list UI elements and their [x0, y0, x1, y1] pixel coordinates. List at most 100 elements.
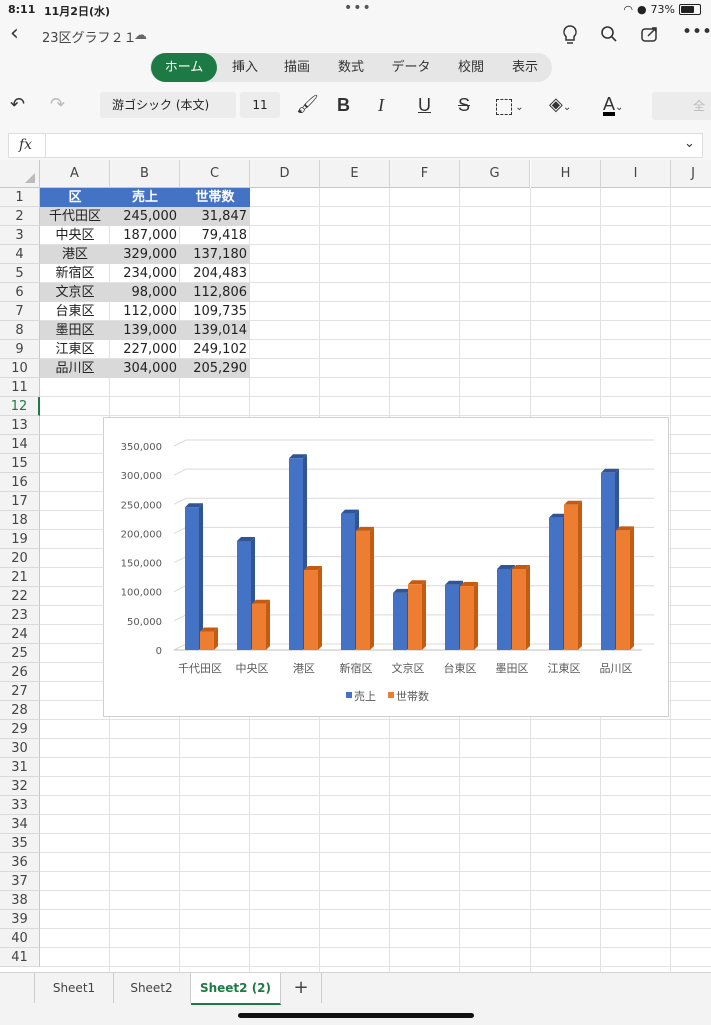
row-header[interactable]: 13 [0, 416, 40, 435]
borders-button[interactable]: ⌄ [496, 95, 524, 120]
table-cell[interactable]: 109,735 [180, 302, 250, 321]
table-header-cell[interactable]: 世帯数 [180, 188, 250, 207]
tab-home[interactable]: ホーム [151, 53, 217, 82]
row-header[interactable]: 22 [0, 587, 40, 606]
row-header[interactable]: 14 [0, 435, 40, 454]
table-header-cell[interactable]: 区 [40, 188, 110, 207]
function-icon[interactable]: fx [19, 137, 32, 153]
column-header[interactable]: D [250, 160, 320, 188]
row-header[interactable]: 38 [0, 891, 40, 910]
table-cell[interactable]: 112,000 [110, 302, 180, 321]
redo-icon[interactable]: ↷ [50, 93, 65, 117]
table-cell[interactable]: 台東区 [40, 302, 110, 321]
row-header[interactable]: 39 [0, 910, 40, 929]
row-header[interactable]: 36 [0, 853, 40, 872]
row-header[interactable]: 28 [0, 701, 40, 720]
table-header-cell[interactable]: 売上 [110, 188, 180, 207]
row-header[interactable]: 1 [0, 188, 40, 207]
table-cell[interactable]: 品川区 [40, 359, 110, 378]
row-header[interactable]: 25 [0, 644, 40, 663]
row-header[interactable]: 2 [0, 207, 40, 226]
undo-icon[interactable]: ↶ [10, 93, 25, 117]
select-all-corner[interactable] [0, 160, 40, 188]
row-header[interactable]: 34 [0, 815, 40, 834]
strikethrough-button[interactable]: S [458, 93, 470, 117]
back-icon[interactable]: ‹ [10, 23, 19, 45]
table-cell[interactable]: 墨田区 [40, 321, 110, 340]
spreadsheet-grid[interactable]: ABCDEFGHIJ 1 2 3 4 5 6 7 8 9 10 11 12 13 14 15 16 17 18 19… [0, 160, 711, 972]
table-cell[interactable]: 137,180 [180, 245, 250, 264]
table-cell[interactable]: 98,000 [110, 283, 180, 302]
chevron-down-icon[interactable]: ⌄ [684, 136, 695, 151]
font-name-select[interactable]: 游ゴシック (本文) [100, 92, 236, 118]
row-header[interactable]: 30 [0, 739, 40, 758]
column-header[interactable]: H [531, 160, 601, 188]
chart[interactable]: 0 50,000 100,000 150,000 200,000 250,000 300,0… [103, 417, 669, 717]
column-header[interactable]: E [320, 160, 390, 188]
row-header[interactable]: 26 [0, 663, 40, 682]
row-header[interactable]: 41 [0, 948, 40, 967]
more-icon[interactable]: ••• [682, 22, 711, 42]
row-header[interactable]: 40 [0, 929, 40, 948]
tab-view[interactable]: 表示 [500, 53, 550, 82]
row-header[interactable]: 24 [0, 625, 40, 644]
table-cell[interactable]: 112,806 [180, 283, 250, 302]
table-cell[interactable]: 234,000 [110, 264, 180, 283]
sheet-tab-sheet2[interactable]: Sheet2 [113, 973, 191, 1003]
row-header[interactable]: 33 [0, 796, 40, 815]
row-header[interactable]: 17 [0, 492, 40, 511]
column-header[interactable]: B [110, 160, 180, 188]
table-cell[interactable]: 新宿区 [40, 264, 110, 283]
table-cell[interactable]: 79,418 [180, 226, 250, 245]
tab-formulas[interactable]: 数式 [326, 53, 376, 82]
document-title[interactable]: 23区グラフ２１ [42, 27, 137, 46]
tab-review[interactable]: 校閲 [446, 53, 496, 82]
row-header[interactable]: 11 [0, 378, 40, 397]
row-header[interactable]: 27 [0, 682, 40, 701]
row-header[interactable]: 10 [0, 359, 40, 378]
row-header[interactable]: 35 [0, 834, 40, 853]
table-cell[interactable]: 139,000 [110, 321, 180, 340]
tab-insert[interactable]: 挿入 [220, 53, 270, 82]
sheet-tab-sheet2-copy[interactable]: Sheet2 (2) [191, 973, 281, 1005]
overflow-button[interactable]: 全 [652, 92, 711, 120]
share-icon[interactable] [640, 25, 660, 48]
row-header[interactable]: 37 [0, 872, 40, 891]
column-header[interactable]: J [671, 160, 711, 188]
table-cell[interactable]: 245,000 [110, 207, 180, 226]
add-sheet-button[interactable]: + [281, 973, 322, 1003]
lightbulb-icon[interactable] [562, 25, 578, 50]
row-header[interactable]: 21 [0, 568, 40, 587]
row-header[interactable]: 31 [0, 758, 40, 777]
row-header[interactable]: 29 [0, 720, 40, 739]
table-cell[interactable]: 千代田区 [40, 207, 110, 226]
row-header[interactable]: 3 [0, 226, 40, 245]
table-cell[interactable]: 329,000 [110, 245, 180, 264]
row-header[interactable]: 7 [0, 302, 40, 321]
table-cell[interactable]: 31,847 [180, 207, 250, 226]
table-cell[interactable]: 249,102 [180, 340, 250, 359]
row-header[interactable]: 4 [0, 245, 40, 264]
row-header[interactable]: 20 [0, 549, 40, 568]
multitask-dots-icon[interactable]: ••• [344, 0, 372, 16]
font-color-button[interactable]: A⌄ [603, 93, 623, 120]
search-icon[interactable] [600, 25, 618, 48]
table-cell[interactable]: 204,483 [180, 264, 250, 283]
table-cell[interactable]: 205,290 [180, 359, 250, 378]
table-cell[interactable]: 港区 [40, 245, 110, 264]
table-cell[interactable]: 304,000 [110, 359, 180, 378]
row-header[interactable]: 32 [0, 777, 40, 796]
row-header[interactable]: 18 [0, 511, 40, 530]
sheet-tab-sheet1[interactable]: Sheet1 [34, 973, 114, 1003]
column-header[interactable]: G [460, 160, 530, 188]
row-header[interactable]: 16 [0, 473, 40, 492]
column-header[interactable]: I [601, 160, 671, 188]
format-painter-icon[interactable]: 🖌 [296, 93, 319, 117]
row-header[interactable]: 5 [0, 264, 40, 283]
row-header[interactable]: 9 [0, 340, 40, 359]
italic-button[interactable]: I [378, 93, 384, 117]
column-header[interactable]: A [40, 160, 110, 188]
row-header[interactable]: 23 [0, 606, 40, 625]
table-cell[interactable]: 中央区 [40, 226, 110, 245]
tab-draw[interactable]: 描画 [272, 53, 322, 82]
